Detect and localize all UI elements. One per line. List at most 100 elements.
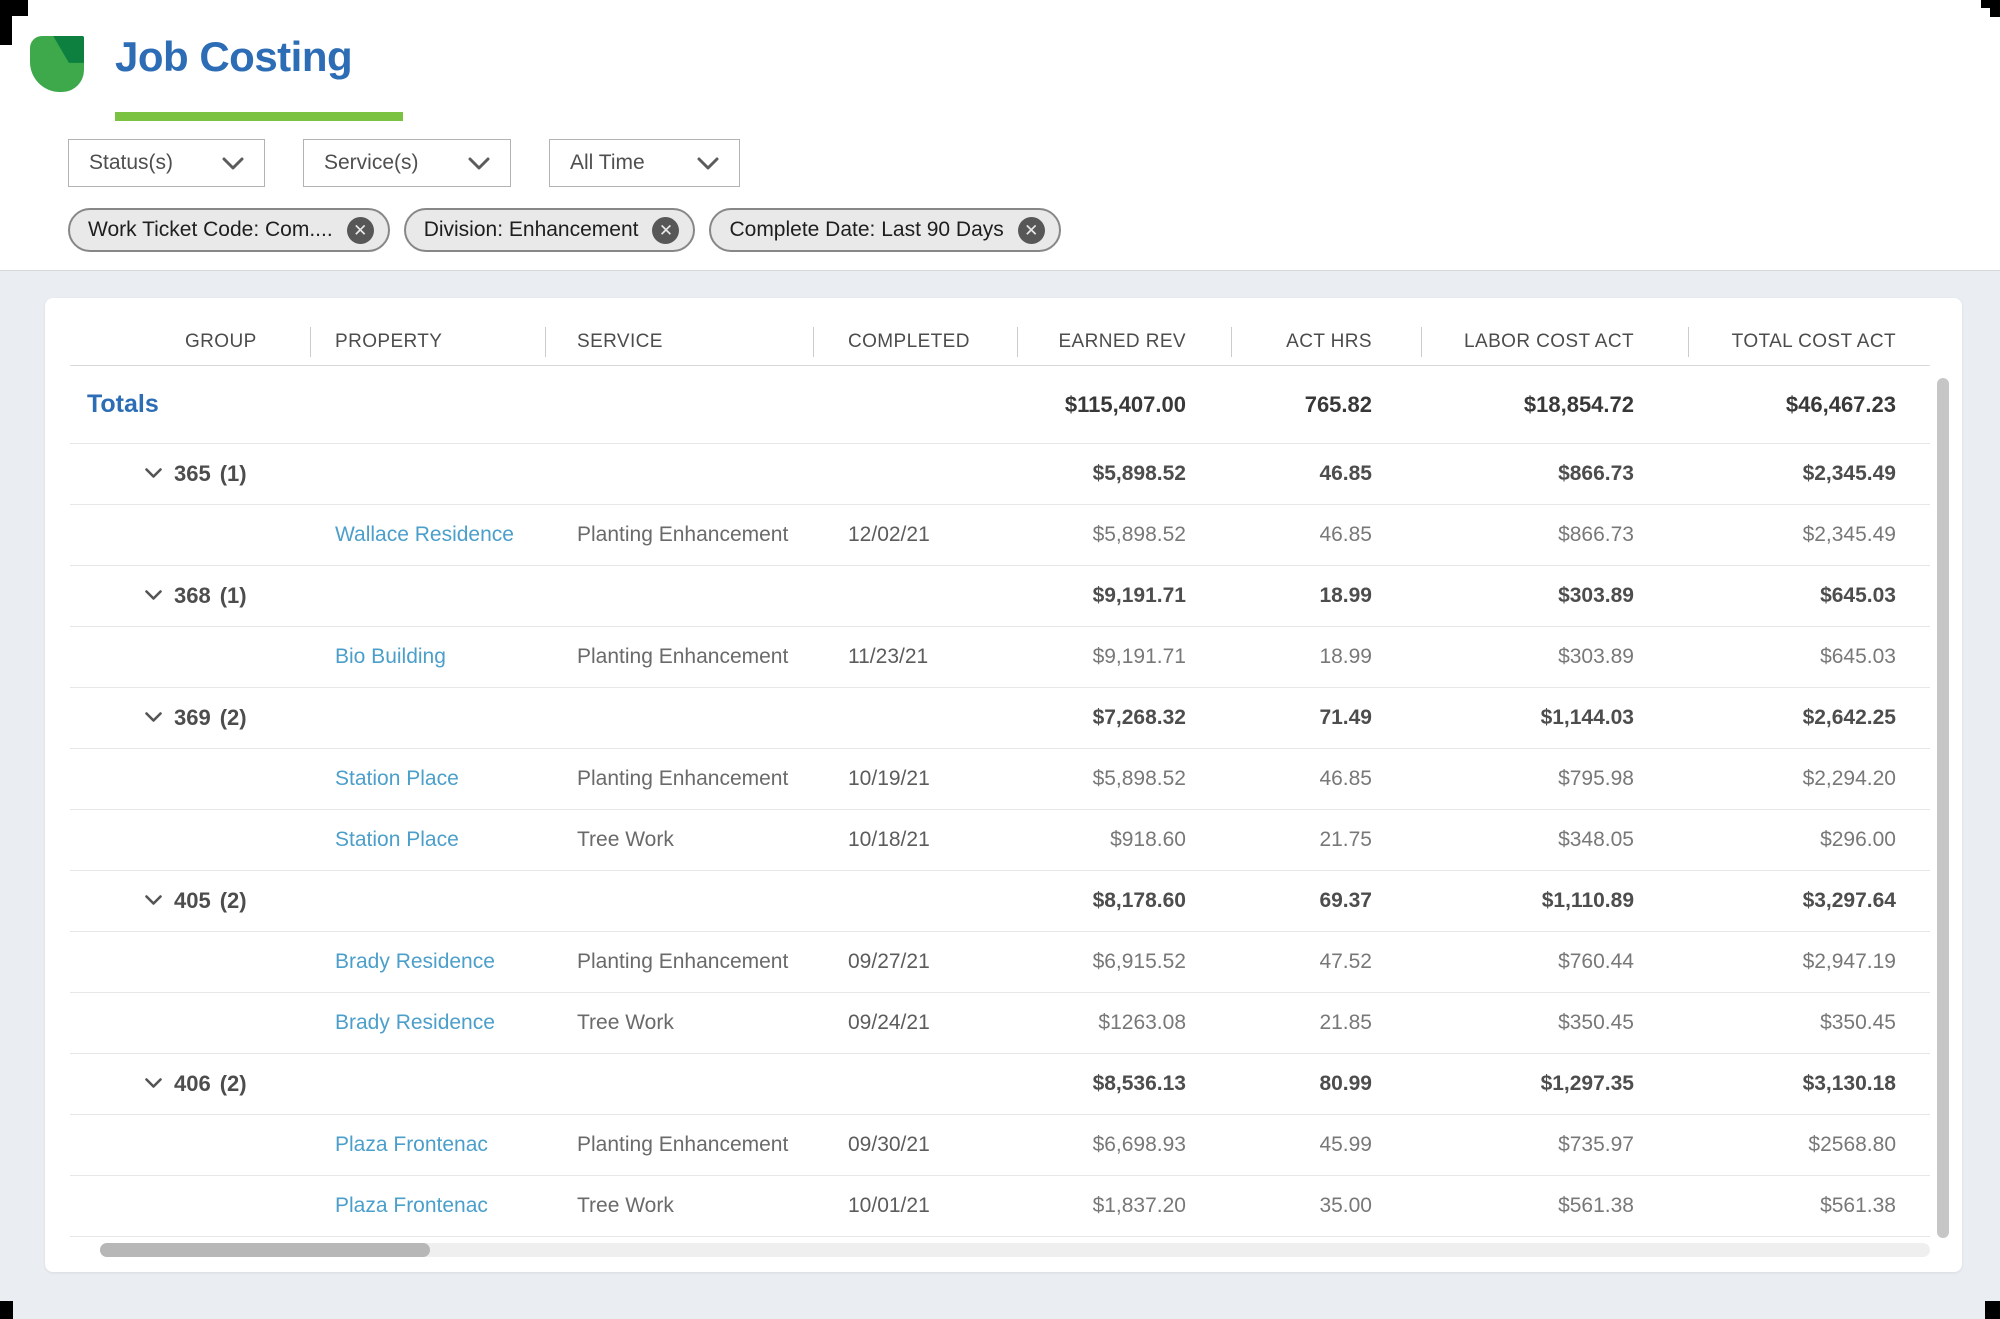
chevron-down-icon[interactable] [145, 709, 162, 727]
act-hrs-cell: 35.00 [1231, 1194, 1421, 1218]
group-total-cost-act: $2,345.49 [1688, 462, 1930, 486]
status-dropdown-label: Status(s) [89, 151, 173, 175]
total-cost-act-cell: $2,345.49 [1688, 523, 1930, 547]
group-total-cost-act: $645.03 [1688, 584, 1930, 608]
service-cell: Planting Enhancement [545, 645, 813, 669]
property-link[interactable]: Station Place [335, 767, 459, 790]
property-link[interactable]: Wallace Residence [335, 523, 514, 546]
filter-chips-row: Work Ticket Code: Com.... ✕ Division: En… [68, 208, 1061, 252]
group-earned-rev: $8,536.13 [1017, 1072, 1231, 1096]
completed-cell: 11/23/21 [813, 645, 1017, 669]
completed-cell: 09/27/21 [813, 950, 1017, 974]
group-count: (2) [220, 705, 247, 731]
crop-mark [1985, 1301, 2000, 1319]
service-cell: Tree Work [545, 1194, 813, 1218]
table-row: Station Place Planting Enhancement 10/19… [70, 749, 1930, 810]
chevron-down-icon[interactable] [145, 892, 162, 910]
filter-chip-label: Complete Date: Last 90 Days [729, 218, 1003, 242]
column-header-earned-rev[interactable]: EARNED REV [1017, 318, 1231, 365]
totals-label: Totals [70, 390, 310, 419]
column-header-labor-cost-act[interactable]: LABOR COST ACT [1421, 318, 1688, 365]
service-dropdown[interactable]: Service(s) [303, 139, 511, 187]
close-icon[interactable]: ✕ [347, 217, 374, 244]
table-row: Brady Residence Planting Enhancement 09/… [70, 932, 1930, 993]
labor-cost-act-cell: $735.97 [1421, 1133, 1688, 1157]
completed-cell: 09/30/21 [813, 1133, 1017, 1157]
time-range-dropdown-label: All Time [570, 151, 645, 175]
top-header: Job Costing Status(s) Service(s) All Tim… [0, 0, 2000, 271]
status-dropdown[interactable]: Status(s) [68, 139, 265, 187]
total-cost-act-cell: $645.03 [1688, 645, 1930, 669]
group-labor-cost-act: $1,110.89 [1421, 889, 1688, 913]
group-total-cost-act: $3,297.64 [1688, 889, 1930, 913]
time-range-dropdown[interactable]: All Time [549, 139, 740, 187]
group-earned-rev: $8,178.60 [1017, 889, 1231, 913]
close-icon[interactable]: ✕ [652, 217, 679, 244]
group-count: (2) [220, 1071, 247, 1097]
chevron-down-icon[interactable] [145, 465, 162, 483]
vertical-scrollbar[interactable] [1937, 378, 1949, 1238]
total-cost-act-cell: $561.38 [1688, 1194, 1930, 1218]
column-header-act-hrs[interactable]: ACT HRS [1231, 318, 1421, 365]
act-hrs-cell: 46.85 [1231, 523, 1421, 547]
group-count: (1) [220, 461, 247, 487]
group-earned-rev: $5,898.52 [1017, 462, 1231, 486]
act-hrs-cell: 21.85 [1231, 1011, 1421, 1035]
act-hrs-cell: 46.85 [1231, 767, 1421, 791]
service-cell: Tree Work [545, 1011, 813, 1035]
service-cell: Tree Work [545, 828, 813, 852]
earned-rev-cell: $1,837.20 [1017, 1194, 1231, 1218]
filter-chip-work-ticket-code[interactable]: Work Ticket Code: Com.... ✕ [68, 208, 390, 252]
group-count: (1) [220, 583, 247, 609]
column-header-completed[interactable]: COMPLETED [813, 318, 1017, 365]
group-number: 368 [174, 583, 211, 609]
group-act-hrs: 71.49 [1231, 706, 1421, 730]
filter-chip-label: Work Ticket Code: Com.... [88, 218, 333, 242]
table-row: Wallace Residence Planting Enhancement 1… [70, 505, 1930, 566]
property-link[interactable]: Plaza Frontenac [335, 1133, 488, 1156]
app-leaf-logo [30, 36, 84, 92]
group-row-406: 406(2) $8,536.13 80.99 $1,297.35 $3,130.… [70, 1054, 1930, 1115]
group-number: 405 [174, 888, 211, 914]
chevron-down-icon[interactable] [145, 1075, 162, 1093]
property-link[interactable]: Plaza Frontenac [335, 1194, 488, 1217]
filter-dropdown-row: Status(s) Service(s) All Time [68, 139, 740, 187]
group-labor-cost-act: $1,144.03 [1421, 706, 1688, 730]
filter-chip-label: Division: Enhancement [424, 218, 639, 242]
earned-rev-cell: $5,898.52 [1017, 767, 1231, 791]
earned-rev-cell: $1263.08 [1017, 1011, 1231, 1035]
group-total-cost-act: $3,130.18 [1688, 1072, 1930, 1096]
chevron-down-icon[interactable] [145, 587, 162, 605]
earned-rev-cell: $918.60 [1017, 828, 1231, 852]
service-cell: Planting Enhancement [545, 1133, 813, 1157]
horizontal-scrollbar-thumb[interactable] [100, 1243, 430, 1257]
labor-cost-act-cell: $760.44 [1421, 950, 1688, 974]
completed-cell: 10/01/21 [813, 1194, 1017, 1218]
column-header-service[interactable]: SERVICE [545, 318, 813, 365]
filter-chip-division[interactable]: Division: Enhancement ✕ [404, 208, 696, 252]
property-link[interactable]: Station Place [335, 828, 459, 851]
horizontal-scrollbar-track[interactable] [100, 1243, 1930, 1257]
close-icon[interactable]: ✕ [1018, 217, 1045, 244]
crop-mark [0, 0, 12, 45]
job-costing-table-card: GROUP PROPERTY SERVICE COMPLETED EARNED … [45, 298, 1962, 1272]
property-link[interactable]: Bio Building [335, 645, 446, 668]
completed-cell: 09/24/21 [813, 1011, 1017, 1035]
totals-row: Totals $115,407.00 765.82 $18,854.72 $46… [70, 366, 1930, 444]
group-row-405: 405(2) $8,178.60 69.37 $1,110.89 $3,297.… [70, 871, 1930, 932]
column-header-group[interactable]: GROUP [70, 318, 310, 365]
total-cost-act-cell: $350.45 [1688, 1011, 1930, 1035]
act-hrs-cell: 21.75 [1231, 828, 1421, 852]
property-link[interactable]: Brady Residence [335, 950, 495, 973]
group-act-hrs: 80.99 [1231, 1072, 1421, 1096]
column-header-total-cost-act[interactable]: TOTAL COST ACT [1688, 318, 1930, 365]
completed-cell: 10/18/21 [813, 828, 1017, 852]
group-earned-rev: $7,268.32 [1017, 706, 1231, 730]
total-cost-act-cell: $2568.80 [1688, 1133, 1930, 1157]
filter-chip-complete-date[interactable]: Complete Date: Last 90 Days ✕ [709, 208, 1060, 252]
totals-labor-cost-act: $18,854.72 [1421, 392, 1688, 418]
property-link[interactable]: Brady Residence [335, 1011, 495, 1034]
crop-mark [1990, 0, 2000, 17]
group-number: 365 [174, 461, 211, 487]
column-header-property[interactable]: PROPERTY [310, 318, 545, 365]
